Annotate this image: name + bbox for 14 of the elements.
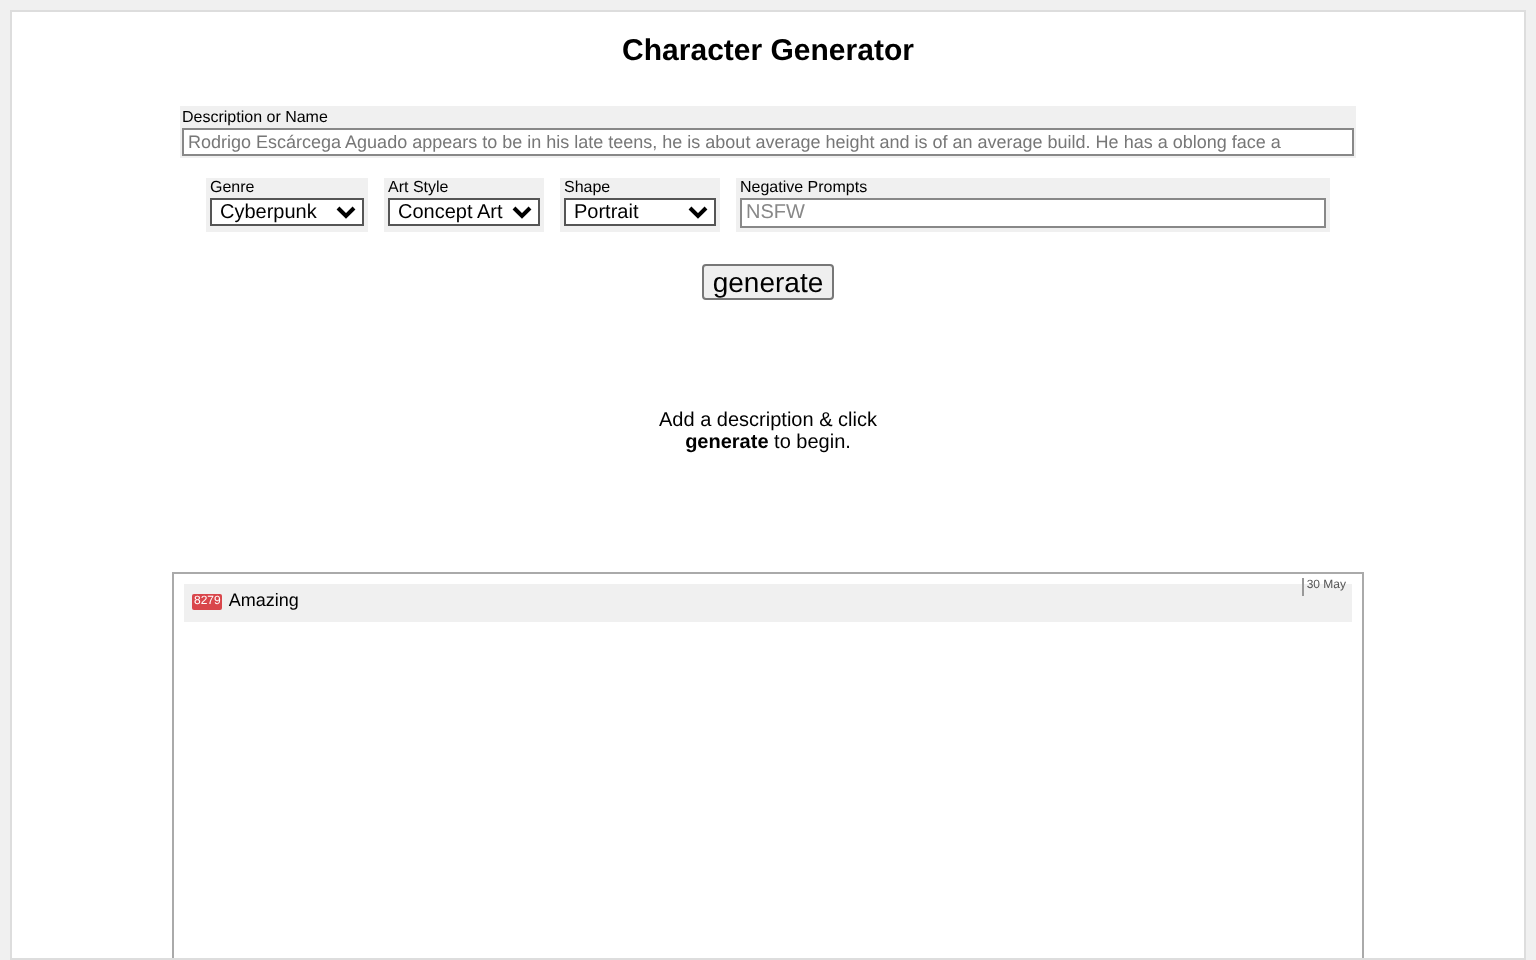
field-label: Shape [564, 177, 613, 197]
dropdown[interactable]: Cyberpunk [210, 197, 364, 225]
page-title: Character Generator [622, 32, 914, 72]
negative-prompts-field[interactable]: NSFW [740, 197, 1326, 227]
item-title: Amazing [228, 588, 299, 615]
field-label: Negative Prompts [740, 177, 870, 197]
dropdown[interactable]: Concept Art [388, 197, 540, 225]
field-label: Description or Name [182, 105, 330, 127]
description-field[interactable]: Rodrigo Escárcega Aguado appears to be in his late teens, he is about average height and is of an average build. He has a oblong face a [182, 127, 1354, 155]
hint-text: Add a description & click generate to begin. [657, 409, 879, 453]
field-label: Genre [210, 177, 257, 197]
generate-button[interactable]: generate [702, 263, 834, 299]
field-label: Art Style [388, 177, 451, 197]
dropdown[interactable]: Portrait [564, 197, 716, 225]
